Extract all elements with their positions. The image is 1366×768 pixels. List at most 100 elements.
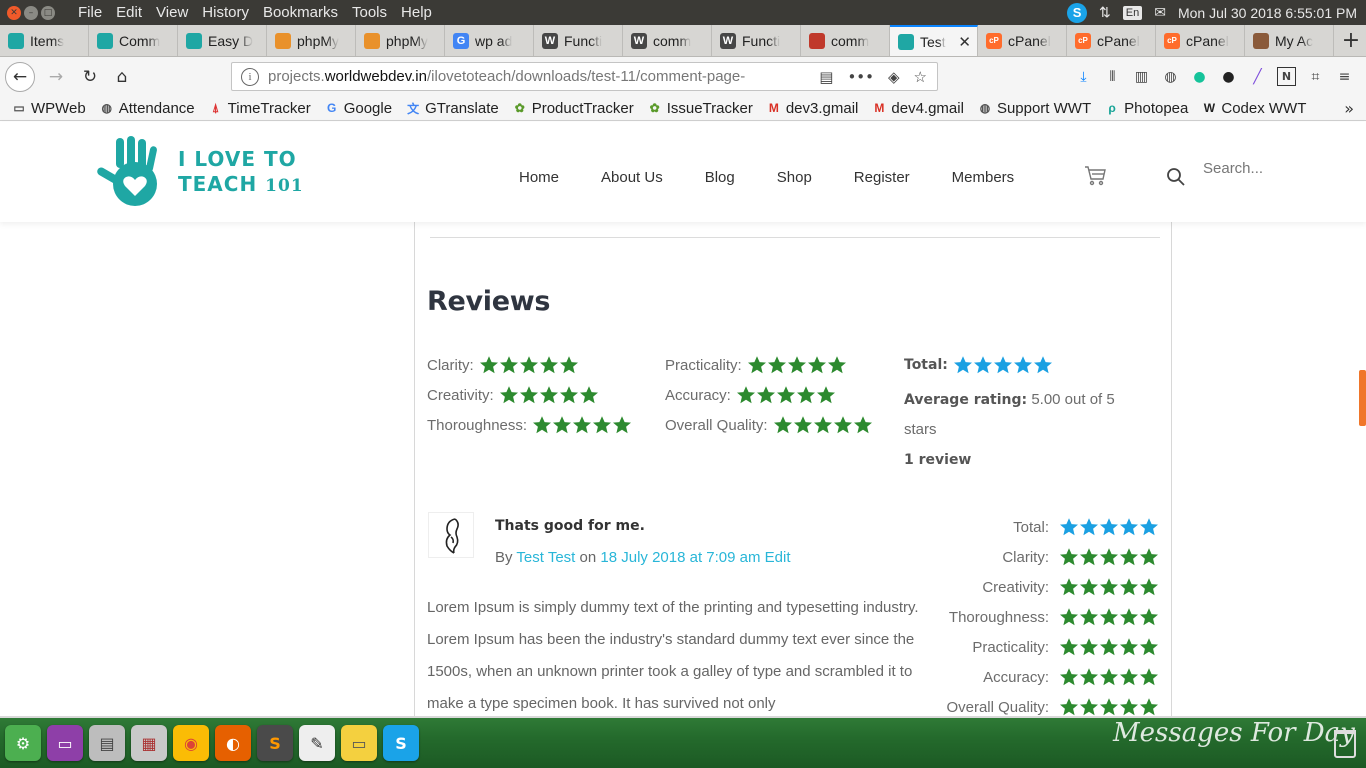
comment-date-link[interactable]: 18 July 2018 at 7:09 am [600,549,760,566]
bookmark-item[interactable]: ✿ IssueTracker [647,100,753,117]
extension-crop-icon[interactable]: ⌗ [1306,67,1325,86]
keyboard-language[interactable]: En [1122,5,1143,20]
bookmark-item[interactable]: ρ Photopea [1104,100,1188,117]
browser-tab[interactable]: phpMy [356,25,445,56]
firefox-icon[interactable]: ◐ [215,725,251,761]
browser-tab[interactable]: Wcomm [623,25,712,56]
sticky-notes-icon[interactable]: ▭ [341,725,377,761]
chrome-icon[interactable]: ◉ [173,725,209,761]
browser-tab[interactable]: cP cPanel [1067,25,1156,56]
url-text[interactable]: projects.worldwebdev.in/ilovetoteach/dow… [268,68,798,85]
new-tab-button[interactable]: + [1336,25,1366,56]
bookmark-item[interactable]: G Google [324,100,392,117]
mail-icon[interactable]: ✉ [1154,4,1166,21]
search-icon[interactable] [1166,167,1186,187]
bookmark-item[interactable]: Mdev4.gmail [871,100,964,117]
browser-tab[interactable]: My Ac [1245,25,1334,56]
gmail-icon: M [768,101,779,115]
menu-members[interactable]: Members [952,169,1015,186]
text-editor-icon[interactable]: ✎ [299,725,335,761]
pocket-icon[interactable]: ◈ [888,68,900,86]
archive-icon[interactable]: ▦ [131,725,167,761]
browser-tab[interactable]: W Functi [534,25,623,56]
bookmark-item[interactable]: ◍ Support WWT [977,100,1091,117]
bookmark-item[interactable]: 文 GTranslate [405,100,499,117]
search-input[interactable]: Search... [1203,160,1263,177]
back-button[interactable]: ← [5,61,35,92]
menu-bookmarks[interactable]: Bookmarks [256,4,345,21]
star-icon [1079,517,1099,537]
browser-tab[interactable]: cP cPanel [1156,25,1245,56]
star-icon [532,415,552,435]
home-button[interactable]: ⌂ [107,62,137,92]
menu-blog[interactable]: Blog [705,169,735,186]
extension-grammarly-icon[interactable]: ● [1190,67,1209,86]
menu-tools[interactable]: Tools [345,4,394,21]
window-maximize-button[interactable]: □ [41,5,55,20]
browser-tab[interactable]: cP cPanel [978,25,1067,56]
menu-view[interactable]: View [149,4,195,21]
menu-edit[interactable]: Edit [109,4,149,21]
sidebar-icon[interactable]: ▥ [1132,67,1151,86]
browser-tab[interactable]: phpMy [267,25,356,56]
comment-author-link[interactable]: Test Test [516,549,575,566]
system-settings-icon[interactable]: ⚙ [5,725,41,761]
reader-view-icon[interactable]: ▤ [819,68,833,86]
menu-help[interactable]: Help [394,4,439,21]
bookmark-item[interactable]: Mdev3.gmail [766,100,859,117]
address-bar[interactable]: i projects.worldwebdev.in/ilovetoteach/d… [231,62,938,91]
bookmark-star-icon[interactable]: ☆ [914,68,927,86]
menu-history[interactable]: History [195,4,256,21]
extension-pen-icon[interactable]: ╱ [1248,67,1267,86]
tab-close-icon[interactable]: ✕ [958,33,971,51]
menu-shop[interactable]: Shop [777,169,812,186]
menu-file[interactable]: File [71,4,109,21]
drive-icon[interactable]: ▤ [89,725,125,761]
downloads-icon[interactable]: ⤓ [1074,67,1093,86]
hamburger-menu-icon[interactable]: ≡ [1335,67,1354,86]
browser-tab[interactable]: Items [0,25,89,56]
avatar [428,512,474,558]
forward-button[interactable]: → [41,62,71,92]
skype-tray-icon[interactable]: S [1067,2,1088,23]
library-icon[interactable]: ⫴ [1103,67,1122,86]
cart-icon[interactable] [1083,163,1107,187]
browser-tab[interactable]: Comm [89,25,178,56]
trash-icon[interactable] [1334,730,1356,758]
site-info-icon[interactable]: i [241,67,259,86]
on-label: on [579,549,597,566]
terminal-window-icon[interactable]: ▭ [47,725,83,761]
extension-globe-icon[interactable]: ◍ [1161,67,1180,86]
sublime-text-icon[interactable]: S [257,725,293,761]
page-actions-icon[interactable]: ••• [847,68,874,86]
bookmark-item[interactable]: ▭ WPWeb [11,100,85,117]
browser-tab[interactable]: W Functi [712,25,801,56]
extension-dark-icon[interactable]: ● [1219,67,1238,86]
browser-tab[interactable]: Gwp ad [445,25,534,56]
browser-tab[interactable]: Easy D [178,25,267,56]
menu-about-us[interactable]: About Us [601,169,663,186]
extension-n-icon[interactable]: N [1277,67,1296,86]
reload-button[interactable]: ↻ [75,62,105,92]
site-logo[interactable]: I LOVE TO TEACH 101 [92,136,304,210]
comment-edit-link[interactable]: Edit [765,549,791,566]
star-icon [1099,607,1119,627]
menu-home[interactable]: Home [519,169,559,186]
skype-dock-icon[interactable]: S [383,725,419,761]
bookmark-item[interactable]: W Codex WWT [1201,100,1307,117]
bookmarks-overflow-icon[interactable]: » [1344,99,1354,118]
browser-tab[interactable]: Test ✕ [890,25,978,56]
window-minimize-button[interactable]: – [24,5,38,20]
bookmark-item[interactable]: ◍ Attendance [99,100,194,117]
divider [430,237,1160,238]
rating-accuracy: Accuracy: [665,385,836,405]
browser-tab[interactable]: comm [801,25,890,56]
window-close-button[interactable]: ✕ [7,5,21,20]
page-scrollbar-thumb[interactable] [1359,370,1366,426]
clock[interactable]: Mon Jul 30 2018 6:55:01 PM [1178,5,1357,21]
bookmark-item[interactable]: ⍋ TimeTracker [208,100,311,117]
network-arrows-icon[interactable]: ⇅ [1099,4,1111,21]
app-menu: File Edit View History Bookmarks Tools H… [71,4,439,21]
menu-register[interactable]: Register [854,169,910,186]
bookmark-item[interactable]: ✿ ProductTracker [512,100,634,117]
